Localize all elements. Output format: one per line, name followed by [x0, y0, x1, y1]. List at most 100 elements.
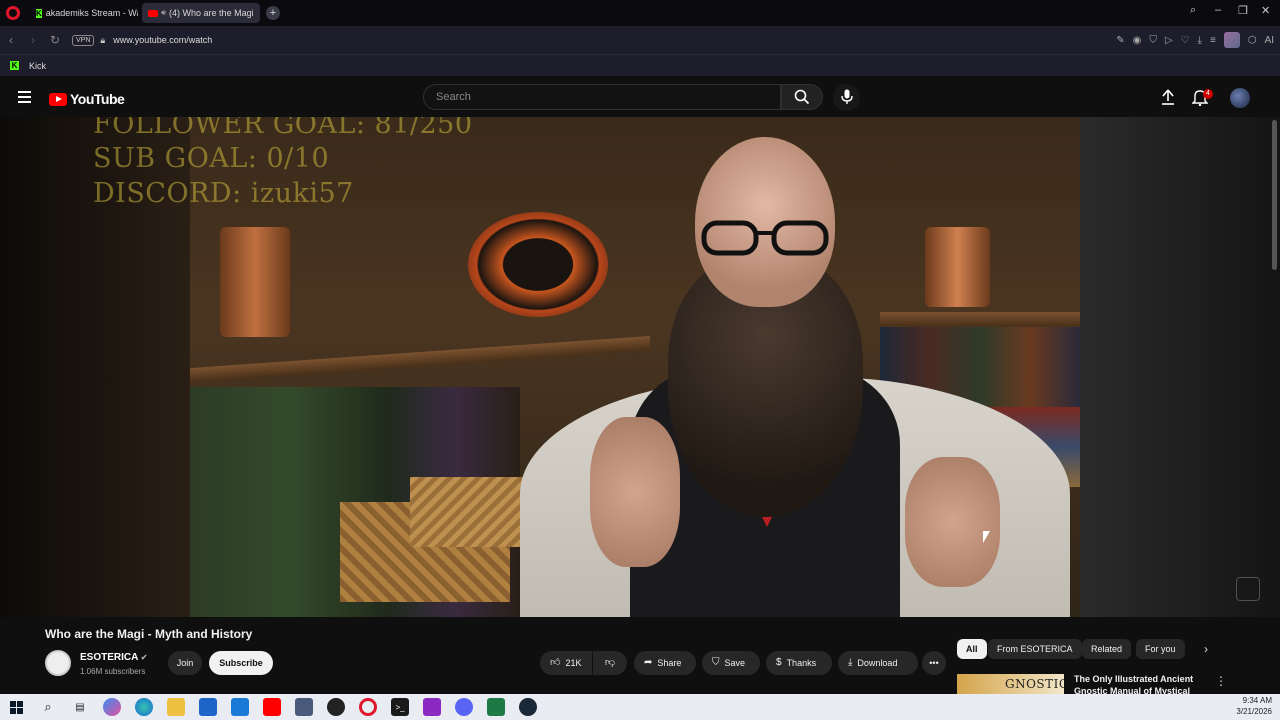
calendar-icon[interactable]: [199, 698, 217, 716]
file-explorer-icon[interactable]: [167, 698, 185, 716]
terminal-icon[interactable]: >_: [391, 698, 409, 716]
search-button[interactable]: [781, 84, 823, 110]
download-icon: ⤓: [848, 657, 853, 668]
kick-icon: K: [36, 8, 42, 18]
tab-label: akademiks Stream - Watch: [45, 8, 138, 18]
upload-icon[interactable]: [1160, 88, 1176, 106]
heart-icon[interactable]: ♡: [1181, 35, 1190, 46]
tab-akademiks[interactable]: K akademiks Stream - Watch: [30, 3, 138, 23]
save-button[interactable]: ⛉ Save: [702, 651, 760, 675]
subscribe-button[interactable]: Subscribe: [209, 651, 273, 675]
outlook-icon[interactable]: [231, 698, 249, 716]
clock-date: 3/21/2026: [1236, 707, 1272, 716]
share-button[interactable]: ➦ Share: [634, 651, 696, 675]
video-player[interactable]: FOLLOWER GOAL: 81/250 SUB GOAL: 0/10 DIS…: [0, 117, 1280, 617]
download-button[interactable]: ⤓ Download: [838, 651, 918, 675]
edit-icon[interactable]: ✎: [1116, 35, 1124, 46]
chip-from-esoterica[interactable]: From ESOTERICA: [988, 639, 1082, 659]
bookmarks-bar: K Kick: [0, 54, 1280, 76]
close-icon[interactable]: ✕: [1261, 4, 1270, 17]
channel-avatar[interactable]: [45, 650, 71, 676]
task-view-icon[interactable]: ▤: [71, 698, 89, 716]
chip-related[interactable]: Related: [1082, 639, 1132, 659]
copilot-icon[interactable]: [103, 698, 121, 716]
recommendation-thumbnail[interactable]: GNOSTIC: [957, 674, 1064, 696]
opera-logo-icon[interactable]: [6, 6, 20, 20]
thanks-button[interactable]: $ Thanks: [766, 651, 832, 675]
shield-icon[interactable]: ⛉: [1149, 35, 1157, 46]
windows-start-icon[interactable]: [7, 698, 25, 716]
voice-search-button[interactable]: [833, 84, 860, 111]
edge-icon[interactable]: [135, 698, 153, 716]
page-scrollbar[interactable]: [1272, 120, 1277, 270]
chip-for-you[interactable]: For you: [1136, 639, 1185, 659]
search-icon[interactable]: ⌕: [39, 698, 57, 716]
browser-tab-strip: K akademiks Stream - Watch 🔊︎ (4) Who ar…: [0, 0, 1280, 26]
photo-app-icon[interactable]: [295, 698, 313, 716]
ai-button[interactable]: AI: [1265, 35, 1274, 46]
camera-icon[interactable]: ◉: [1133, 35, 1142, 46]
save-label: Save: [724, 658, 746, 668]
subscriber-count: 1.06M subscribers: [80, 667, 146, 676]
windows-taskbar: ⌕ ▤ >_ 9:34 AM 3/21/2026: [0, 694, 1280, 720]
account-avatar[interactable]: [1230, 88, 1250, 108]
steam-icon[interactable]: [519, 698, 537, 716]
thanks-icon: $: [776, 657, 782, 668]
forward-icon[interactable]: ›: [22, 33, 44, 47]
profile-avatar[interactable]: [1223, 32, 1240, 48]
shelf: [190, 335, 650, 383]
extensions-icon[interactable]: ⬡: [1248, 35, 1257, 46]
new-tab-button[interactable]: +: [266, 6, 280, 20]
restore-icon[interactable]: ❐: [1238, 4, 1248, 17]
hamburger-menu-icon[interactable]: [18, 91, 31, 103]
chip-all[interactable]: All: [957, 639, 987, 659]
notification-badge: 4: [1203, 89, 1213, 99]
bookmark-kick[interactable]: Kick: [29, 61, 46, 71]
channel-name[interactable]: ESOTERICA ✔: [80, 652, 147, 663]
youtube-logo[interactable]: YouTube: [49, 91, 125, 107]
tab-youtube-active[interactable]: 🔊︎ (4) Who are the Magi: [142, 3, 260, 23]
join-button[interactable]: Join: [168, 651, 202, 675]
recommendation-title[interactable]: The Only Illustrated Ancient Gnostic Man…: [1074, 673, 1214, 695]
copper-pitcher: [220, 227, 290, 337]
obs-icon[interactable]: [327, 698, 345, 716]
menu-icon[interactable]: ≡: [1210, 35, 1216, 46]
overlay-sub-goal: SUB GOAL: 0/10: [93, 143, 330, 174]
chevron-right-icon[interactable]: ›: [1204, 642, 1208, 656]
minimize-icon[interactable]: –: [1215, 4, 1221, 16]
address-bar-actions: ✎ ◉ ⛉ ▷ ♡ ⤓ ≡ ⬡ AI: [1116, 32, 1274, 48]
lock-icon[interactable]: 🔒︎: [100, 35, 105, 46]
kick-icon: K: [10, 61, 19, 70]
purple-app-icon[interactable]: [423, 698, 441, 716]
copper-pot: [925, 227, 990, 307]
reload-icon[interactable]: ↻: [44, 33, 66, 47]
more-actions-button[interactable]: •••: [922, 651, 946, 675]
mouse-cursor-icon: [983, 531, 990, 543]
discord-icon[interactable]: [455, 698, 473, 716]
video-ambient-right: [1080, 117, 1280, 617]
more-vertical-icon[interactable]: ⋮: [1215, 674, 1227, 688]
opera-icon[interactable]: [359, 698, 377, 716]
search-input[interactable]: Search: [423, 84, 781, 110]
youtube-play-icon: [49, 92, 67, 106]
like-count: 21K: [565, 658, 582, 668]
play-icon[interactable]: ▷: [1165, 35, 1173, 46]
speaker-icon[interactable]: 🔊︎: [161, 8, 166, 18]
youtube-logo-text: YouTube: [70, 91, 125, 107]
youtube-app-icon[interactable]: [263, 698, 281, 716]
thumbs-down-icon: 👎︎: [604, 657, 616, 668]
channel-watermark-icon[interactable]: [1236, 577, 1260, 601]
channel-name-text: ESOTERICA: [80, 652, 138, 663]
search-icon: [794, 89, 810, 105]
url-field[interactable]: www.youtube.com/watch: [113, 35, 212, 45]
dislike-button[interactable]: 👎︎: [593, 651, 627, 675]
excel-icon[interactable]: [487, 698, 505, 716]
share-icon: ➦: [644, 657, 653, 668]
back-icon[interactable]: ‹: [0, 33, 22, 47]
download-icon[interactable]: ⤓: [1198, 35, 1202, 46]
search-tabs-icon[interactable]: ⌕: [1190, 4, 1196, 17]
like-button[interactable]: 👍︎ 21K: [540, 651, 592, 675]
eyeglasses: [701, 220, 829, 256]
vpn-badge[interactable]: VPN: [72, 34, 95, 46]
system-clock[interactable]: 9:34 AM 3/21/2026: [1236, 695, 1272, 717]
